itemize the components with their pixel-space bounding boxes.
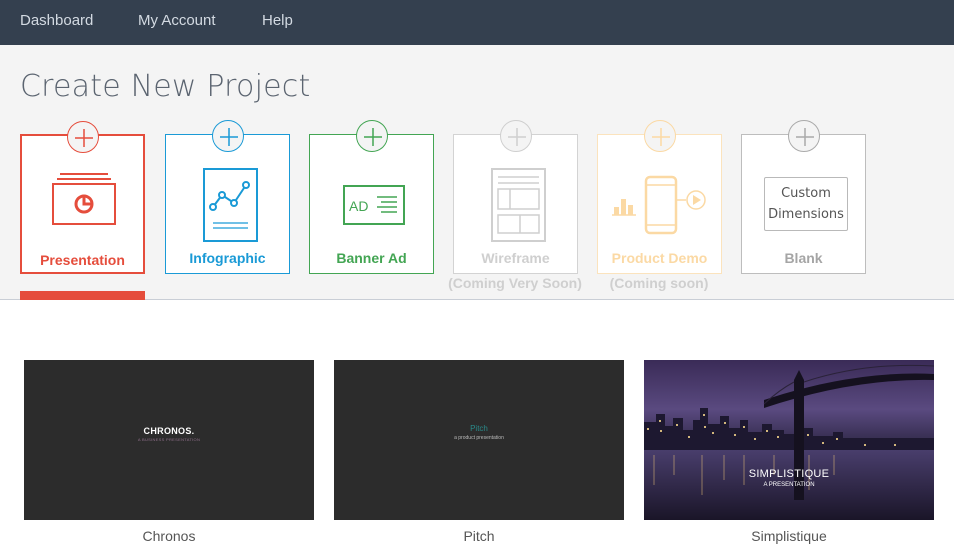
template-chronos[interactable]: CHRONOS. A BUSINESS PRESENTATION <box>24 360 314 520</box>
template-subtitle: A PRESENTATION <box>763 482 815 488</box>
project-type-product-demo: Product Demo <box>597 120 722 274</box>
template-pitch[interactable]: Pitch a product presentation <box>334 360 624 520</box>
template-name: Simplistique <box>751 528 827 544</box>
add-plus-icon <box>66 121 99 153</box>
template-name: Chronos <box>142 528 196 544</box>
nav-dashboard-link[interactable]: Dashboard <box>20 12 93 29</box>
add-plus-icon <box>211 120 244 152</box>
project-type-wireframe: Wireframe <box>453 120 578 274</box>
coming-soon-label: (Coming soon) <box>609 275 709 291</box>
presentation-icon <box>22 166 143 246</box>
template-subtitle: A BUSINESS PRESENTATION <box>137 437 201 442</box>
city-bridge-image <box>644 360 934 520</box>
template-name: Pitch <box>463 528 495 544</box>
template-title: SIMPLISTIQUE <box>748 468 830 480</box>
card-label: Blank <box>784 250 823 266</box>
banner-ad-icon: AD <box>310 165 433 245</box>
template-title: Pitch <box>470 424 488 433</box>
card-label: Product Demo <box>611 250 708 266</box>
infographic-icon <box>166 165 289 245</box>
template-simplistique[interactable]: SIMPLISTIQUE A PRESENTATION <box>644 360 934 520</box>
project-type-header: Create New Project Presentation Infograp… <box>0 45 954 300</box>
top-nav-bar: Dashboard My Account Help <box>0 0 954 45</box>
page-title: Create New Project <box>20 69 311 104</box>
add-plus-icon <box>787 120 820 152</box>
card-label: Wireframe <box>481 250 550 266</box>
project-type-banner-ad[interactable]: AD Banner Ad <box>309 120 434 274</box>
banner-ad-icon-text: AD <box>349 198 368 214</box>
wireframe-icon <box>454 165 577 245</box>
nav-my-account-link[interactable]: My Account <box>138 12 216 29</box>
add-plus-icon <box>643 120 676 152</box>
project-type-blank[interactable]: Custom Dimensions Blank <box>741 120 866 274</box>
project-type-infographic[interactable]: Infographic <box>165 120 290 274</box>
card-label: Presentation <box>40 252 125 268</box>
template-subtitle: a product presentation <box>454 435 504 441</box>
template-title: CHRONOS. <box>143 426 195 436</box>
card-label: Infographic <box>189 250 266 266</box>
active-tab-indicator <box>20 291 145 300</box>
add-plus-icon <box>355 120 388 152</box>
add-plus-icon <box>499 120 532 152</box>
product-demo-icon <box>598 165 721 245</box>
project-type-presentation[interactable]: Presentation <box>20 121 145 274</box>
nav-help-link[interactable]: Help <box>262 12 293 29</box>
coming-soon-label: (Coming Very Soon) <box>448 275 582 291</box>
card-label: Banner Ad <box>336 250 407 266</box>
custom-dimensions-box: Custom Dimensions <box>764 177 848 231</box>
